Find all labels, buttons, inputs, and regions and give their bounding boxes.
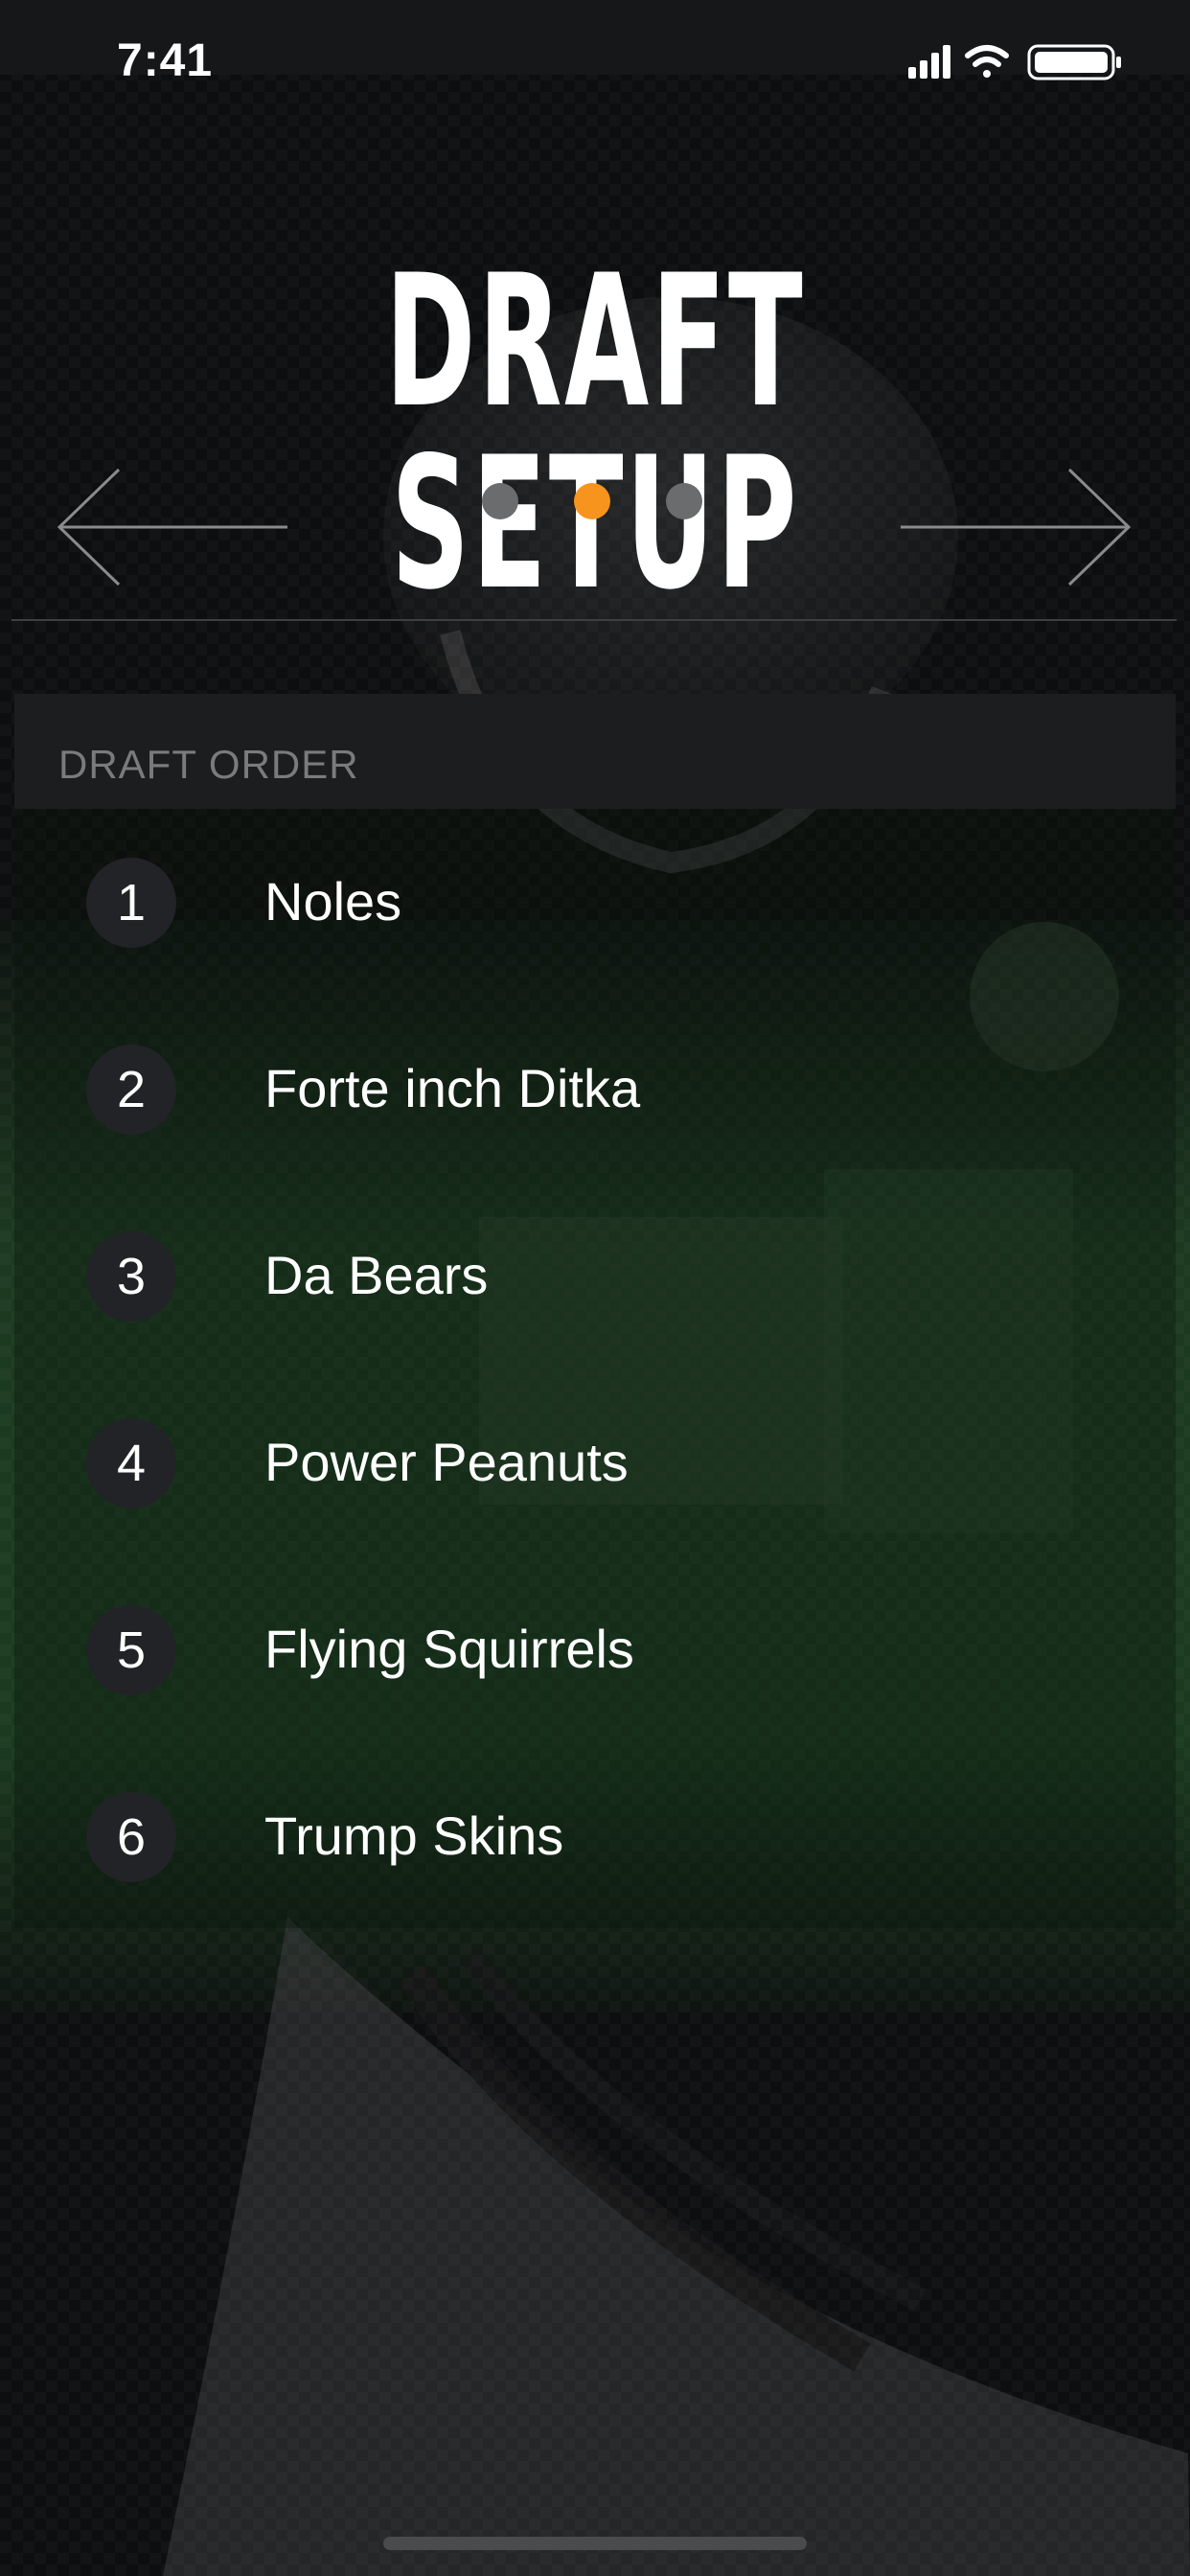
arrow-right-icon[interactable]: [893, 468, 1133, 586]
team-name: Noles: [264, 871, 402, 932]
page-dot-1[interactable]: [482, 483, 518, 519]
rank-badge: 4: [86, 1418, 176, 1508]
rank-badge: 6: [86, 1792, 176, 1882]
rank-badge: 1: [86, 858, 176, 948]
list-item[interactable]: 6 Trump Skins: [14, 1743, 1176, 1930]
draft-order-list: 1 Noles 2 Forte inch Ditka 3 Da Bears 4 …: [14, 809, 1176, 1928]
page-dot-3[interactable]: [666, 483, 702, 519]
section-header: DRAFT ORDER: [14, 694, 1176, 809]
arrow-left-icon[interactable]: [56, 468, 295, 586]
team-name: Forte inch Ditka: [264, 1058, 641, 1118]
rank-badge: 2: [86, 1045, 176, 1135]
list-item[interactable]: 1 Noles: [14, 809, 1176, 996]
rank-badge: 3: [86, 1231, 176, 1322]
status-time: 7:41: [117, 35, 214, 86]
page-dot-2[interactable]: [574, 483, 610, 519]
page-indicator: [482, 483, 712, 521]
team-name: Da Bears: [264, 1245, 489, 1305]
list-item[interactable]: 2 Forte inch Ditka: [14, 996, 1176, 1183]
battery-icon: [1027, 44, 1121, 80]
page-title: DRAFT SETUP: [384, 236, 806, 630]
draft-setup-screen: 7:41 DRAFT SETUP DRAFT ORDER 1 Noles 2 F…: [0, 0, 1190, 2576]
cellular-signal-icon: [908, 45, 950, 79]
list-item[interactable]: 4 Power Peanuts: [14, 1369, 1176, 1556]
header-divider: [11, 619, 1177, 621]
list-item[interactable]: 3 Da Bears: [14, 1183, 1176, 1369]
home-indicator[interactable]: [383, 2537, 807, 2550]
status-bar: 7:41: [0, 0, 1190, 86]
status-icons: [908, 44, 1121, 80]
team-name: Power Peanuts: [264, 1432, 629, 1492]
team-name: Trump Skins: [264, 1806, 564, 1866]
list-item[interactable]: 5 Flying Squirrels: [14, 1556, 1176, 1743]
section-title: DRAFT ORDER: [58, 742, 359, 787]
team-name: Flying Squirrels: [264, 1619, 634, 1679]
wifi-icon: [965, 45, 1009, 78]
rank-badge: 5: [86, 1605, 176, 1695]
